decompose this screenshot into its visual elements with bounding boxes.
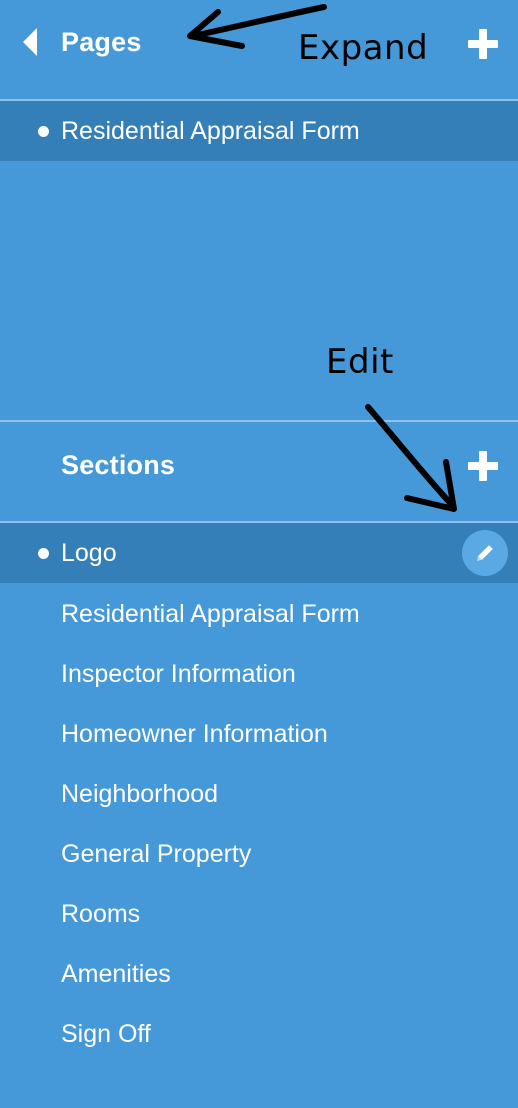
- arrow-to-edit: [365, 404, 455, 508]
- annotation-arrows: [187, 4, 457, 512]
- pages-sections-panel: Pages Residential Appraisal Form Section…: [0, 0, 518, 1108]
- arrow-to-pages: [190, 4, 327, 39]
